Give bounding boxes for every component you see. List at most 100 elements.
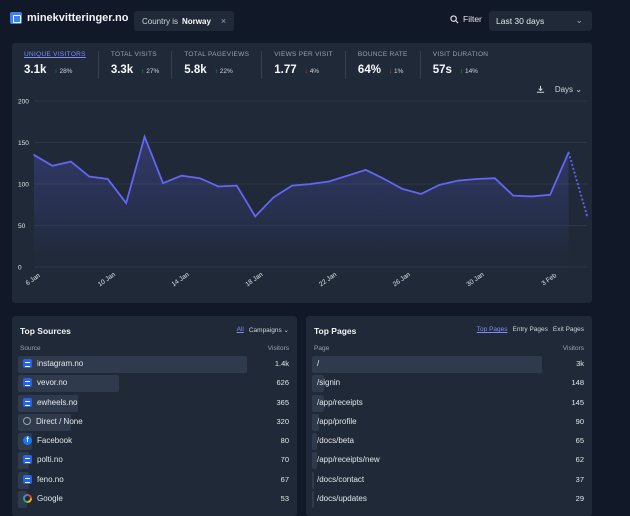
list-item[interactable]: ewheels.no 365 bbox=[18, 394, 291, 413]
list-item-count: 62 bbox=[575, 455, 584, 465]
data-point bbox=[125, 202, 127, 204]
stat-visit-duration[interactable]: Visit duration 57s ↑ 14% bbox=[421, 51, 501, 79]
stat-total-visits[interactable]: Total visits 3.3k ↑ 27% bbox=[99, 51, 173, 79]
list-item[interactable]: vevor.no 626 bbox=[18, 374, 291, 393]
tab-entry-pages[interactable]: Entry Pages bbox=[513, 326, 548, 333]
list-item-label: feno.no bbox=[37, 474, 64, 484]
site-switcher[interactable]: minekvitteringer.no ⌄ bbox=[10, 12, 145, 24]
x-tick-label: 18 Jan bbox=[244, 271, 264, 288]
list-item-name: /docs/updates bbox=[317, 494, 367, 503]
data-point bbox=[420, 193, 422, 195]
trend-down-icon: ↓ bbox=[304, 68, 308, 75]
filter-value: Norway bbox=[182, 16, 211, 26]
visitor-share-bar bbox=[312, 452, 317, 470]
interval-label: Days bbox=[554, 85, 574, 94]
data-point bbox=[143, 135, 146, 138]
list-item-count: 29 bbox=[575, 494, 584, 504]
stat-value: 64% bbox=[357, 64, 381, 76]
visitors-column-header: Visitors bbox=[562, 345, 584, 352]
data-point bbox=[291, 184, 293, 187]
close-icon[interactable]: × bbox=[221, 16, 226, 26]
list-item-count: 365 bbox=[276, 397, 289, 407]
list-item-name: /docs/contact bbox=[317, 475, 364, 484]
data-point bbox=[383, 178, 386, 180]
data-point bbox=[549, 193, 551, 196]
data-point bbox=[51, 164, 54, 167]
list-item-name: /app/receipts bbox=[317, 398, 363, 407]
y-tick-label: 50 bbox=[18, 223, 26, 230]
list-item[interactable]: /app/receipts/new 62 bbox=[312, 451, 586, 470]
list-item[interactable]: feno.no 67 bbox=[18, 471, 291, 490]
country-filter-chip[interactable]: Country is Norway × bbox=[134, 11, 235, 31]
x-tick-label: 6 Jan bbox=[25, 272, 42, 287]
tab-exit-pages[interactable]: Exit Pages bbox=[553, 326, 584, 333]
data-point bbox=[309, 183, 312, 185]
x-tick-label: 30 Jan bbox=[466, 271, 486, 288]
data-point bbox=[401, 188, 404, 190]
stat-views-per-visit[interactable]: Views per visit 1.77 ↓ 4% bbox=[262, 51, 346, 79]
chevron-down-icon: ⌄ bbox=[575, 15, 583, 25]
stat-bounce-rate[interactable]: Bounce rate 64% ↓ 1% bbox=[346, 51, 421, 79]
x-tick-label: 22 Jan bbox=[318, 271, 338, 288]
data-point bbox=[180, 174, 183, 177]
stat-value: 5.8k bbox=[184, 64, 207, 76]
list-item[interactable]: Direct / None 320 bbox=[18, 413, 291, 432]
data-point bbox=[328, 180, 330, 183]
sources-list: instagram.no 1.4k vevor.no 626 ewheels.no 365… bbox=[18, 355, 291, 509]
stat-change-value: 14% bbox=[464, 68, 478, 75]
list-item[interactable]: /docs/beta 65 bbox=[312, 432, 586, 451]
list-item[interactable]: /docs/contact 37 bbox=[312, 471, 586, 490]
stat-total-pageviews[interactable]: Total pageviews 5.8k ↑ 22% bbox=[172, 51, 263, 79]
list-item-count: 80 bbox=[280, 436, 289, 446]
list-item[interactable]: Google 53 bbox=[18, 490, 291, 509]
list-item-label: /app/receipts bbox=[317, 397, 363, 407]
list-item-label: instagram.no bbox=[37, 359, 84, 368]
data-point bbox=[586, 214, 588, 217]
list-item-label: polti.no bbox=[37, 455, 63, 465]
stat-label: Total visits bbox=[110, 51, 157, 58]
data-point bbox=[33, 154, 35, 156]
stat-unique-visitors[interactable]: Unique visitors 3.1k ↑ 28% bbox=[12, 51, 99, 79]
data-point bbox=[512, 194, 515, 197]
tab-campaigns[interactable]: Campaigns ⌄ bbox=[249, 326, 289, 334]
filter-button[interactable]: Filter bbox=[450, 14, 482, 24]
tab-top-pages[interactable]: Top Pages bbox=[477, 326, 508, 333]
list-item[interactable]: f Facebook 80 bbox=[18, 432, 291, 451]
list-item-count: 90 bbox=[575, 416, 584, 426]
list-item[interactable]: /docs/updates 29 bbox=[312, 490, 586, 509]
trend-up-icon: ↑ bbox=[141, 68, 145, 75]
stat-label: Visit duration bbox=[432, 51, 489, 58]
stat-change: ↓ 4% bbox=[305, 68, 319, 75]
list-item-label: / bbox=[317, 359, 320, 368]
visitor-share-bar bbox=[312, 356, 543, 373]
list-item-label: /docs/contact bbox=[317, 474, 365, 484]
search-icon bbox=[450, 14, 459, 23]
list-item[interactable]: polti.no 70 bbox=[18, 451, 291, 470]
download-icon[interactable] bbox=[536, 85, 545, 94]
tab-all[interactable]: All bbox=[237, 326, 244, 334]
date-range-select[interactable]: Last 30 days ⌄ bbox=[489, 11, 592, 31]
stat-label: Unique visitors bbox=[24, 51, 86, 58]
globe-icon bbox=[23, 397, 32, 407]
list-item-count: 148 bbox=[571, 378, 584, 388]
list-item[interactable]: /app/profile 90 bbox=[312, 413, 586, 432]
list-item-label: /app/receipts/new bbox=[317, 455, 380, 465]
stat-change: ↑ 22% bbox=[215, 68, 233, 75]
list-item[interactable]: instagram.no 1.4k bbox=[18, 355, 291, 374]
list-item[interactable]: / 3k bbox=[312, 355, 586, 374]
data-point bbox=[254, 215, 256, 218]
chart-area bbox=[34, 136, 569, 267]
interval-select[interactable]: Days ⌄ bbox=[555, 85, 582, 94]
sources-tabs: All Campaigns ⌄ bbox=[237, 326, 289, 334]
stat-label: Total pageviews bbox=[184, 51, 250, 58]
x-tick-label: 3 Feb bbox=[540, 272, 558, 287]
list-item-count: 67 bbox=[280, 474, 289, 484]
data-point bbox=[530, 195, 533, 198]
stat-change: ↑ 27% bbox=[141, 68, 159, 75]
x-tick-label: 10 Jan bbox=[97, 271, 117, 288]
x-tick-label: 14 Jan bbox=[171, 271, 191, 288]
list-item[interactable]: /app/receipts 145 bbox=[312, 394, 586, 413]
list-item-label: Google bbox=[37, 494, 63, 504]
list-item-name: instagram.no bbox=[23, 359, 83, 368]
list-item[interactable]: /signin 148 bbox=[312, 374, 586, 393]
